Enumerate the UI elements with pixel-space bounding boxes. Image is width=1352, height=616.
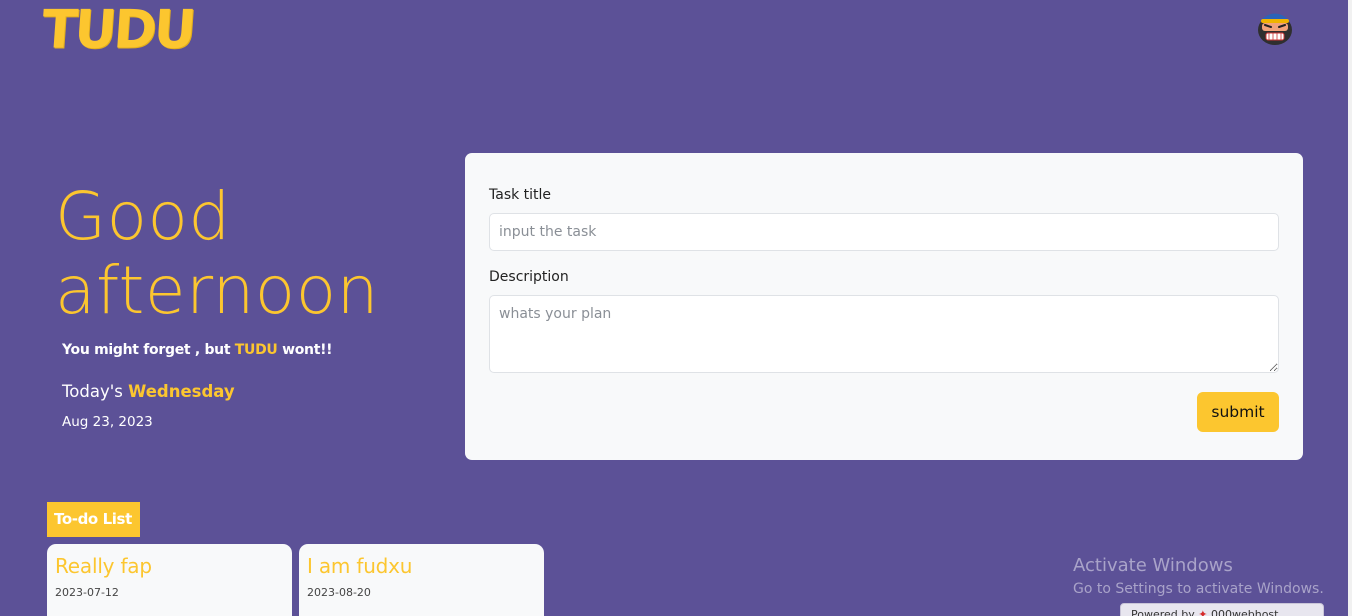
todo-card-date: 2023-07-12 [55,586,119,599]
powered-by-badge[interactable]: Powered by ✦ 000webhost [1120,603,1324,616]
webhost-logo-icon: ✦ [1198,608,1208,616]
todo-card[interactable]: Really fap 2023-07-12 [47,544,292,616]
tagline: You might forget , but TUDU wont!! [62,342,333,358]
today-weekday: Wednesday [128,382,235,401]
greeting-line-1: Good [55,178,231,255]
task-form: Task title Description submit [465,153,1303,460]
angry-character-avatar-icon[interactable] [1256,8,1294,46]
activate-windows-watermark: Activate Windows Go to Settings to activ… [1073,555,1324,601]
description-label: Description [489,269,569,285]
todo-list-heading: To-do List [47,502,140,537]
tagline-text-end: wont!! [277,342,333,358]
task-title-input[interactable] [489,213,1279,251]
powered-by-brand: 000webhost [1210,608,1279,616]
page-scrollbar[interactable] [1348,0,1352,616]
greeting-line-2: afternoon [55,252,379,329]
tudu-logo[interactable]: TUDU [40,0,195,61]
tagline-text-start: You might forget , but [62,342,235,358]
today-prefix: Today's [62,382,129,401]
tagline-brand: TUDU [234,342,278,358]
description-textarea[interactable] [489,295,1279,373]
todo-card-title: Really fap [55,554,152,578]
current-date: Aug 23, 2023 [62,414,153,430]
powered-by-text: Powered by [1131,608,1195,616]
task-title-label: Task title [489,187,552,203]
todo-card[interactable]: I am fudxu 2023-08-20 [299,544,544,616]
greeting-heading: Good afternoon [55,180,379,328]
todo-card-date: 2023-08-20 [307,586,371,599]
activate-windows-title: Activate Windows [1073,555,1233,576]
todo-card-title: I am fudxu [307,554,413,578]
activate-windows-subtitle: Go to Settings to activate Windows. [1073,581,1324,597]
submit-button[interactable]: submit [1197,392,1279,432]
today-label: Today's Wednesday [62,382,235,401]
page: TUDU Good afternoon You might forget , b… [0,0,1352,616]
